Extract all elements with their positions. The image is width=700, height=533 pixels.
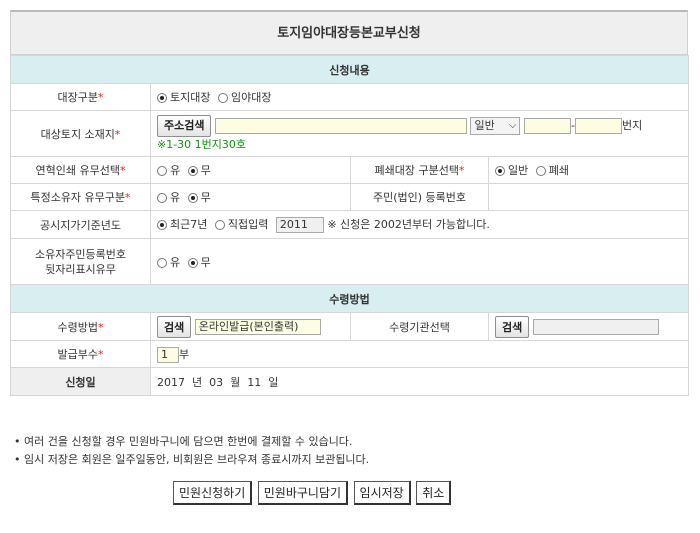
ledger-type-label: 대장구분*: [10, 83, 151, 111]
radio-recent-7-years[interactable]: [157, 220, 167, 230]
radio-closed-normal[interactable]: [495, 166, 505, 176]
resident-no-value: [487, 183, 690, 211]
land-ledger-option-label: 토지대장: [170, 91, 211, 104]
temp-save-button[interactable]: 임시저장: [353, 481, 411, 505]
radio-history-yes[interactable]: [157, 166, 167, 176]
lot-hint: ※1-30 1번지30호: [157, 138, 247, 151]
land-type-select[interactable]: 일반 ⌵: [470, 117, 521, 135]
resident-no-label: 주민(법인) 등록번호: [350, 183, 489, 211]
radio-owner-yes[interactable]: [157, 193, 167, 203]
receive-agency-search-button[interactable]: 검색: [495, 315, 530, 338]
radio-rrn-yes[interactable]: [157, 257, 167, 268]
add-to-basket-button[interactable]: 민원바구니담기: [257, 481, 349, 505]
radio-forest-ledger[interactable]: [217, 93, 228, 103]
section-title-request: 신청내용: [9, 55, 690, 84]
closed-ledger-label: 폐쇄대장 구분선택*: [350, 156, 489, 184]
receive-agency-input[interactable]: [532, 318, 659, 335]
radio-closed-closed[interactable]: [535, 166, 546, 176]
receive-agency-label: 수령기관선택: [350, 312, 489, 341]
application-form: 토지임야대장등본교부신청 신청내용 대장구분* 토지대장 임야대장 대상토지 소…: [9, 10, 690, 396]
chevron-down-icon: ⌵: [508, 120, 517, 131]
lot-suffix: 번지: [621, 119, 643, 132]
form-table: 신청내용 대장구분* 토지대장 임야대장 대상토지 소재지* 주소검색 일반 ⌵ …: [9, 55, 690, 396]
radio-land-ledger[interactable]: [157, 93, 167, 103]
history-print-label: 연혁인쇄 유무선택*: [10, 156, 151, 184]
cancel-button[interactable]: 취소: [416, 481, 452, 505]
owner-rrn-display-label: 소유자주민등록번호 뒷자리표시유무: [10, 238, 151, 285]
receive-method-input[interactable]: 온라인발급(본인출력): [194, 318, 321, 335]
forest-ledger-option-label: 임야대장: [230, 91, 272, 104]
note-item: • 여러 건을 신청할 경우 민원바구니에 담으면 한번에 결제할 수 있습니다…: [14, 435, 353, 448]
address-search-button[interactable]: 주소검색: [157, 115, 212, 137]
receive-method-label: 수령방법*: [10, 312, 151, 341]
owner-special-label: 특정소유자 유무구분*: [10, 183, 151, 211]
apply-date-label: 신청일: [10, 367, 151, 396]
notes: • 여러 건을 신청할 경우 민원바구니에 담으면 한번에 결제할 수 있습니다…: [14, 433, 369, 469]
receive-method-search-button[interactable]: 검색: [157, 315, 192, 338]
apply-date-value: 2017 년 03 월 11 일: [149, 367, 690, 396]
radio-owner-no[interactable]: [187, 193, 198, 203]
address-input[interactable]: [214, 118, 467, 134]
year-note: ※ 신청은 2002년부터 가능합니다.: [327, 218, 490, 231]
radio-rrn-no[interactable]: [187, 257, 198, 268]
page-title: 토지임야대장등본교부신청: [10, 10, 688, 55]
note-item: • 임시 저장은 회원은 일주일동안, 비회원은 브라우져 종료시까지 보관됩니…: [14, 453, 370, 466]
lot-main-input[interactable]: [523, 118, 571, 134]
year-input[interactable]: 2011: [275, 217, 324, 233]
section-title-receive: 수령방법: [9, 284, 690, 313]
apply-button[interactable]: 민원신청하기: [173, 481, 253, 505]
copies-input[interactable]: 1: [157, 346, 179, 363]
action-buttons: 민원신청하기 민원바구니담기 임시저장 취소: [173, 481, 453, 505]
location-label: 대상토지 소재지*: [10, 110, 151, 157]
radio-direct-input[interactable]: [214, 220, 225, 230]
radio-history-no[interactable]: [187, 166, 198, 176]
lot-sub-input[interactable]: [574, 118, 622, 134]
copies-label: 발급부수*: [10, 340, 151, 368]
land-price-year-label: 공시지가기준년도: [10, 210, 151, 239]
